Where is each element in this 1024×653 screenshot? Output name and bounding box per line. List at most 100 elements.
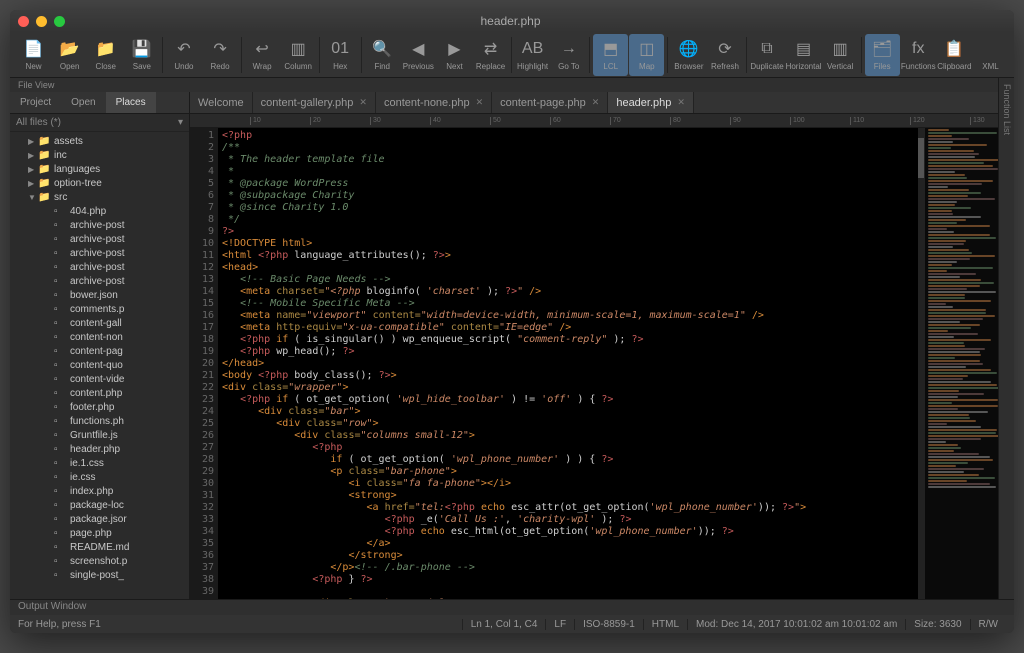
code-line[interactable]: <?php: [222, 442, 914, 454]
tree-file[interactable]: ▫package.jsor: [10, 512, 189, 526]
code-line[interactable]: <?php wp_head(); ?>: [222, 346, 914, 358]
duplicate-button[interactable]: ⧉Duplicate: [749, 34, 784, 76]
tree-file[interactable]: ▫content-pag: [10, 344, 189, 358]
code-line[interactable]: <div class="bar">: [222, 406, 914, 418]
code-editor[interactable]: <?php/** * The header template file * * …: [218, 128, 918, 599]
close-tab-icon[interactable]: ✕: [359, 97, 367, 108]
editor-tab[interactable]: Welcome: [190, 92, 253, 113]
tree-file[interactable]: ▫content.php: [10, 386, 189, 400]
sidebar-tab-places[interactable]: Places: [106, 92, 156, 113]
lcl-button[interactable]: ⬒LCL: [593, 34, 628, 76]
code-line[interactable]: <p class="bar-phone">: [222, 466, 914, 478]
tree-file[interactable]: ▫content-gall: [10, 316, 189, 330]
tree-file[interactable]: ▫footer.php: [10, 400, 189, 414]
titlebar[interactable]: header.php: [10, 10, 1014, 32]
code-line[interactable]: <a href="tel:<?php echo esc_attr(ot_get_…: [222, 502, 914, 514]
code-line[interactable]: *: [222, 166, 914, 178]
status-encoding[interactable]: ISO-8859-1: [574, 619, 643, 630]
tree-folder[interactable]: ▶📁languages: [10, 162, 189, 176]
tree-file[interactable]: ▫ie.1.css: [10, 456, 189, 470]
new-button[interactable]: 📄New: [16, 34, 51, 76]
tree-file[interactable]: ▫content-non: [10, 330, 189, 344]
goto-button[interactable]: →Go To: [551, 34, 586, 76]
redo-button[interactable]: ↷Redo: [202, 34, 237, 76]
tree-file[interactable]: ▫index.php: [10, 484, 189, 498]
tree-file[interactable]: ▫header.php: [10, 442, 189, 456]
close-button[interactable]: 📁Close: [88, 34, 123, 76]
tree-file[interactable]: ▫Gruntfile.js: [10, 428, 189, 442]
code-line[interactable]: </p><!-- /.bar-phone -->: [222, 562, 914, 574]
code-line[interactable]: <div class="row">: [222, 418, 914, 430]
code-line[interactable]: */: [222, 214, 914, 226]
tree-file[interactable]: ▫404.php: [10, 204, 189, 218]
output-window-tab[interactable]: Output Window: [10, 599, 1014, 615]
code-line[interactable]: <!-- Mobile Specific Meta -->: [222, 298, 914, 310]
close-tab-icon[interactable]: ✕: [592, 97, 600, 108]
close-tab-icon[interactable]: ✕: [476, 97, 484, 108]
zoom-window-icon[interactable]: [54, 16, 65, 27]
code-line[interactable]: </strong>: [222, 550, 914, 562]
editor-tab[interactable]: content-page.php✕: [492, 92, 608, 113]
code-line[interactable]: <strong>: [222, 490, 914, 502]
code-line[interactable]: <?php echo esc_html(ot_get_option('wpl_p…: [222, 526, 914, 538]
tree-file[interactable]: ▫archive-post: [10, 232, 189, 246]
editor-tab[interactable]: header.php✕: [608, 92, 694, 113]
tree-file[interactable]: ▫package-loc: [10, 498, 189, 512]
tree-file[interactable]: ▫content-vide: [10, 372, 189, 386]
code-line[interactable]: ?>: [222, 226, 914, 238]
column-button[interactable]: ▥Column: [281, 34, 316, 76]
editor-tab[interactable]: content-gallery.php✕: [253, 92, 376, 113]
open-button[interactable]: 📂Open: [52, 34, 87, 76]
clipboard-button[interactable]: 📋Clipboard: [937, 34, 972, 76]
minimize-window-icon[interactable]: [36, 16, 47, 27]
xml-button[interactable]: XML: [973, 34, 1008, 76]
close-window-icon[interactable]: [18, 16, 29, 27]
tree-folder[interactable]: ▶📁inc: [10, 148, 189, 162]
code-line[interactable]: <!-- Basic Page Needs -->: [222, 274, 914, 286]
editor-tab[interactable]: content-none.php✕: [376, 92, 492, 113]
files-button[interactable]: 🗂Files: [865, 34, 900, 76]
save-button[interactable]: 💾Save: [124, 34, 159, 76]
code-line[interactable]: * @package WordPress: [222, 178, 914, 190]
code-line[interactable]: if ( ot_get_option( 'wpl_phone_number' )…: [222, 454, 914, 466]
highlight-button[interactable]: ABHighlight: [515, 34, 550, 76]
tree-file[interactable]: ▫README.md: [10, 540, 189, 554]
tree-folder[interactable]: ▶📁option-tree: [10, 176, 189, 190]
sidebar-tab-project[interactable]: Project: [10, 92, 61, 113]
tree-file[interactable]: ▫archive-post: [10, 260, 189, 274]
hex-button[interactable]: 01Hex: [323, 34, 358, 76]
refresh-button[interactable]: ⟳Refresh: [707, 34, 742, 76]
code-line[interactable]: <html <?php language_attributes(); ?>>: [222, 250, 914, 262]
code-line[interactable]: <meta charset="<?php bloginfo( 'charset'…: [222, 286, 914, 298]
code-line[interactable]: * @since Charity 1.0: [222, 202, 914, 214]
tree-file[interactable]: ▫content-quo: [10, 358, 189, 372]
function-list-strip[interactable]: Function List: [998, 78, 1014, 599]
code-line[interactable]: <?php if ( ot_get_option( 'wpl_hide_tool…: [222, 394, 914, 406]
code-line[interactable]: /**: [222, 142, 914, 154]
code-line[interactable]: <?php: [222, 130, 914, 142]
tree-file[interactable]: ▫page.php: [10, 526, 189, 540]
tree-file[interactable]: ▫ie.css: [10, 470, 189, 484]
tree-file[interactable]: ▫single-post_: [10, 568, 189, 582]
replace-button[interactable]: ⇄Replace: [473, 34, 508, 76]
next-button[interactable]: ▶Next: [437, 34, 472, 76]
undo-button[interactable]: ↶Undo: [166, 34, 201, 76]
tree-folder[interactable]: ▶📁assets: [10, 134, 189, 148]
tree-file[interactable]: ▫archive-post: [10, 246, 189, 260]
tree-file[interactable]: ▫functions.ph: [10, 414, 189, 428]
file-filter[interactable]: All files (*) ▾: [10, 114, 189, 132]
file-tree[interactable]: ▶📁assets▶📁inc▶📁languages▶📁option-tree▼📁s…: [10, 132, 189, 599]
code-line[interactable]: <?php _e('Call Us :', 'charity-wpl' ); ?…: [222, 514, 914, 526]
code-line[interactable]: </head>: [222, 358, 914, 370]
code-line[interactable]: * @subpackage Charity: [222, 190, 914, 202]
tree-folder[interactable]: ▼📁src: [10, 190, 189, 204]
code-line[interactable]: <div class="columns small-12">: [222, 430, 914, 442]
tree-file[interactable]: ▫archive-post: [10, 274, 189, 288]
code-line[interactable]: <head>: [222, 262, 914, 274]
find-button[interactable]: 🔍Find: [365, 34, 400, 76]
close-tab-icon[interactable]: ✕: [677, 97, 685, 108]
code-line[interactable]: <meta http-equiv="x-ua-compatible" conte…: [222, 322, 914, 334]
code-line[interactable]: <?php } ?>: [222, 574, 914, 586]
sidebar-tab-open[interactable]: Open: [61, 92, 105, 113]
previous-button[interactable]: ◀Previous: [401, 34, 436, 76]
